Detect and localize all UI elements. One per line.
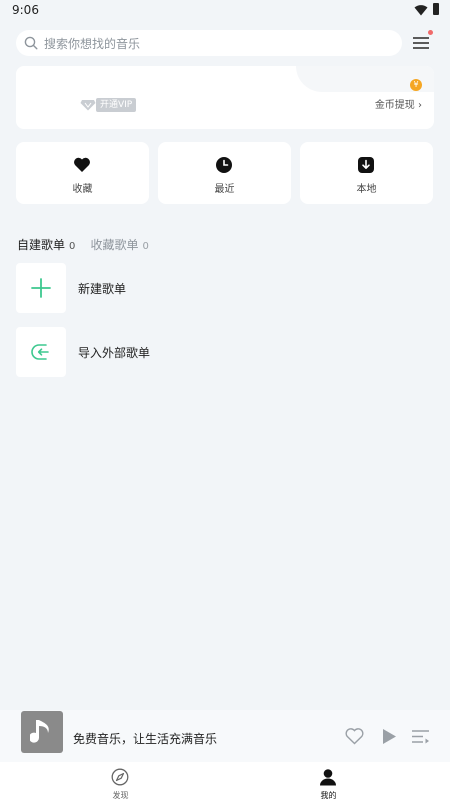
quick-action-label: 收藏 <box>72 184 93 195</box>
music-note-icon <box>30 720 49 743</box>
diamond-icon <box>80 100 96 111</box>
new-playlist-item[interactable]: 新建歌单 <box>16 263 434 313</box>
nav-label: 我的 <box>320 791 337 800</box>
heart-icon <box>74 157 90 172</box>
album-cover <box>21 711 63 753</box>
menu-button[interactable] <box>412 30 433 52</box>
import-playlist-item[interactable]: 导入外部歌单 <box>16 327 434 377</box>
wifi-icon <box>414 5 428 16</box>
new-playlist-tile <box>16 263 66 313</box>
import-playlist-tile <box>16 327 66 377</box>
search-input[interactable]: 搜索你想找的音乐 <box>16 30 402 56</box>
heart-outline-icon[interactable] <box>345 728 364 745</box>
nav-discover[interactable]: 发现 <box>8 762 233 800</box>
download-icon <box>358 157 374 173</box>
battery-icon <box>433 3 439 15</box>
play-icon[interactable] <box>381 728 397 745</box>
bottom-nav: 发现 我的 <box>0 762 450 800</box>
user-icon <box>320 769 336 786</box>
search-placeholder: 搜索你想找的音乐 <box>44 37 141 51</box>
tab-collected-playlists[interactable]: 收藏歌单 0 <box>90 236 148 253</box>
quick-action-favorites[interactable]: 收藏 <box>16 142 149 204</box>
notification-dot <box>428 30 433 35</box>
status-bar: 9:06 <box>0 0 450 22</box>
playlist-icon[interactable] <box>411 728 430 745</box>
tab-created-playlists[interactable]: 自建歌单 0 <box>17 236 75 253</box>
search-row: 搜索你想找的音乐 <box>16 30 436 56</box>
clock-icon <box>216 157 232 173</box>
coin-withdraw-link[interactable]: 金币提现 › <box>375 96 422 111</box>
compass-icon <box>111 768 129 786</box>
player-title: 免费音乐，让生活充满音乐 <box>73 732 218 746</box>
plus-icon <box>31 278 51 298</box>
playlist-tabs: 自建歌单 0 收藏歌单 0 <box>17 234 159 253</box>
tab-count: 0 <box>69 241 76 252</box>
quick-action-label: 最近 <box>214 184 235 195</box>
list-item-label: 导入外部歌单 <box>78 346 151 360</box>
nav-mine[interactable]: 我的 <box>216 762 441 800</box>
quick-action-recent[interactable]: 最近 <box>158 142 291 204</box>
nav-label: 发现 <box>112 791 129 800</box>
vip-label: 开通VIP <box>96 98 137 112</box>
status-time: 9:06 <box>12 3 39 17</box>
search-icon <box>24 36 38 50</box>
coin-icon: ¥ <box>410 79 422 91</box>
mini-player[interactable]: 免费音乐，让生活充满音乐 <box>0 710 450 762</box>
quick-action-local[interactable]: 本地 <box>300 142 433 204</box>
menu-icon <box>413 37 429 49</box>
list-item-label: 新建歌单 <box>78 282 127 296</box>
tab-count: 0 <box>142 241 149 252</box>
import-icon <box>31 344 49 360</box>
tab-label: 收藏歌单 <box>90 238 139 252</box>
tab-label: 自建歌单 <box>17 238 66 252</box>
vip-card[interactable]: 开通VIP ¥ 金币提现 › <box>16 66 434 129</box>
quick-action-label: 本地 <box>356 184 377 195</box>
